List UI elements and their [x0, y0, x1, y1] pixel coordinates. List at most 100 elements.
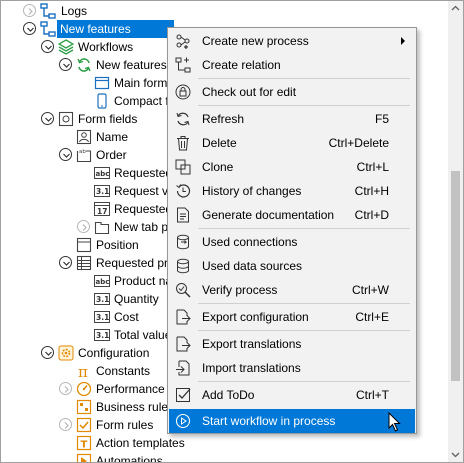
tree-label: Main form: [114, 76, 168, 90]
tree-label: Constants: [96, 364, 151, 378]
menu-label: Check out for edit: [202, 85, 297, 99]
relation-icon: [175, 57, 191, 73]
menu-shortcut: Ctrl+H: [354, 184, 389, 198]
tree-label: New tab pa: [114, 220, 175, 234]
tree-label: Quantity: [114, 292, 159, 306]
menu-separator: [198, 78, 410, 79]
export-translations-icon: [176, 336, 191, 352]
expand-icon[interactable]: [59, 382, 72, 395]
tree-label: Request va: [114, 184, 175, 198]
menu-item-used-data-sources[interactable]: Used data sources: [169, 254, 415, 278]
date-field-icon: 17: [94, 202, 110, 216]
expand-icon[interactable]: [77, 220, 90, 233]
menu-label: Import translations: [202, 361, 301, 375]
menu-item-import-translations[interactable]: Import translations: [169, 356, 415, 380]
import-translations-icon: [176, 360, 190, 376]
form-fields-icon: [58, 111, 74, 127]
menu-item-delete[interactable]: Delete Ctrl+Delete: [169, 131, 415, 155]
menu-separator: [198, 303, 410, 304]
scroll-down-arrow-icon[interactable]: [448, 447, 463, 462]
menu-item-export-translations[interactable]: Export translations: [169, 332, 415, 356]
menu-shortcut: Ctrl+Delete: [328, 136, 389, 150]
todo-icon: [176, 388, 191, 402]
menu-shortcut: F5: [374, 112, 389, 126]
mobile-icon: [97, 93, 107, 109]
tree-label: Business rules: [96, 400, 175, 414]
export-icon: [176, 309, 191, 325]
menu-shortcut: Ctrl+D: [354, 208, 389, 222]
tree-label: Total value: [114, 328, 172, 342]
menu-item-add-todo[interactable]: Add ToDo Ctrl+T: [169, 383, 415, 407]
menu-label: Used data sources: [202, 259, 303, 273]
group-box-icon: ab: [76, 149, 92, 163]
menu-item-clone[interactable]: Clone Ctrl+L: [169, 155, 415, 179]
database-icon: [177, 258, 189, 274]
refresh-icon: [176, 112, 190, 126]
tree-row-automations[interactable]: Automations: [1, 452, 441, 462]
menu-shortcut: Ctrl+W: [352, 283, 389, 297]
menu-shortcut: Ctrl+E: [355, 310, 389, 324]
tree-label: Position: [96, 238, 139, 252]
menu-item-create-relation[interactable]: Create relation: [169, 53, 415, 77]
menu-item-check-out[interactable]: Check out for edit: [169, 80, 415, 104]
process-icon: [40, 21, 56, 37]
gear-icon: [58, 345, 74, 361]
menu-item-create-new-process[interactable]: Create new process: [169, 29, 415, 53]
verify-icon: [176, 283, 191, 298]
menu-item-refresh[interactable]: Refresh F5: [169, 107, 415, 131]
tree-label: Requested: [114, 202, 173, 216]
scroll-up-arrow-icon[interactable]: [448, 1, 463, 16]
collapse-icon[interactable]: [59, 58, 72, 71]
svg-text:ab: ab: [79, 149, 86, 155]
tree-row-logs[interactable]: Logs: [1, 2, 441, 20]
expand-icon[interactable]: [23, 4, 36, 17]
menu-item-used-connections[interactable]: Used connections: [169, 230, 415, 254]
tree-label: Form rules: [96, 418, 154, 432]
vertical-scrollbar[interactable]: [448, 1, 463, 462]
svg-text:π: π: [78, 363, 88, 379]
menu-item-history[interactable]: History of changes Ctrl+H: [169, 179, 415, 203]
menu-separator: [198, 105, 410, 106]
tab-icon: [94, 221, 110, 235]
tree-row-action-templates[interactable]: T Action templates: [1, 434, 441, 452]
history-icon: [176, 184, 191, 198]
menu-label: Add ToDo: [202, 388, 255, 402]
template-icon: T: [76, 435, 92, 451]
menu-item-generate-documentation[interactable]: Generate documentation Ctrl+D: [169, 203, 415, 227]
svg-text:17: 17: [97, 207, 107, 216]
menu-shortcut: Ctrl+T: [356, 388, 389, 402]
tree-label: New features: [57, 20, 174, 38]
tree-label: New features (: [96, 58, 175, 72]
menu-label: Export configuration: [202, 310, 309, 324]
document-icon: [177, 207, 189, 223]
menu-label: Export translations: [202, 337, 302, 351]
collapse-icon[interactable]: [41, 112, 54, 125]
tree-label: Logs: [61, 4, 88, 18]
collapse-icon[interactable]: [59, 256, 72, 269]
tree-label: Configuration: [78, 346, 150, 360]
menu-item-verify-process[interactable]: Verify process Ctrl+W: [169, 278, 415, 302]
svg-text:3.1: 3.1: [96, 295, 109, 304]
collapse-icon[interactable]: [41, 40, 54, 53]
menu-separator: [198, 381, 410, 382]
collapse-icon[interactable]: [59, 148, 72, 161]
process-icon: [40, 3, 56, 19]
layers-icon: [58, 39, 74, 55]
form-rules-icon: [76, 417, 92, 433]
rules-icon: [76, 399, 92, 415]
tree-label: Cost: [114, 310, 139, 324]
collapse-icon[interactable]: [23, 22, 36, 35]
scrollbar-thumb[interactable]: [451, 171, 460, 381]
menu-item-export-configuration[interactable]: Export configuration Ctrl+E: [169, 305, 415, 329]
expand-icon[interactable]: [59, 418, 72, 431]
automation-icon: [76, 453, 92, 462]
menu-item-start-workflow[interactable]: Start workflow in process: [169, 409, 415, 433]
panel-icon: [76, 237, 92, 253]
svg-text:3.1: 3.1: [96, 331, 109, 340]
collapse-icon[interactable]: [41, 346, 54, 359]
menu-label: History of changes: [202, 184, 302, 198]
tree-label: Order: [96, 148, 127, 162]
menu-label: Verify process: [202, 283, 278, 297]
svg-text:T: T: [81, 440, 88, 451]
workflow-cycle-icon: [77, 58, 91, 72]
